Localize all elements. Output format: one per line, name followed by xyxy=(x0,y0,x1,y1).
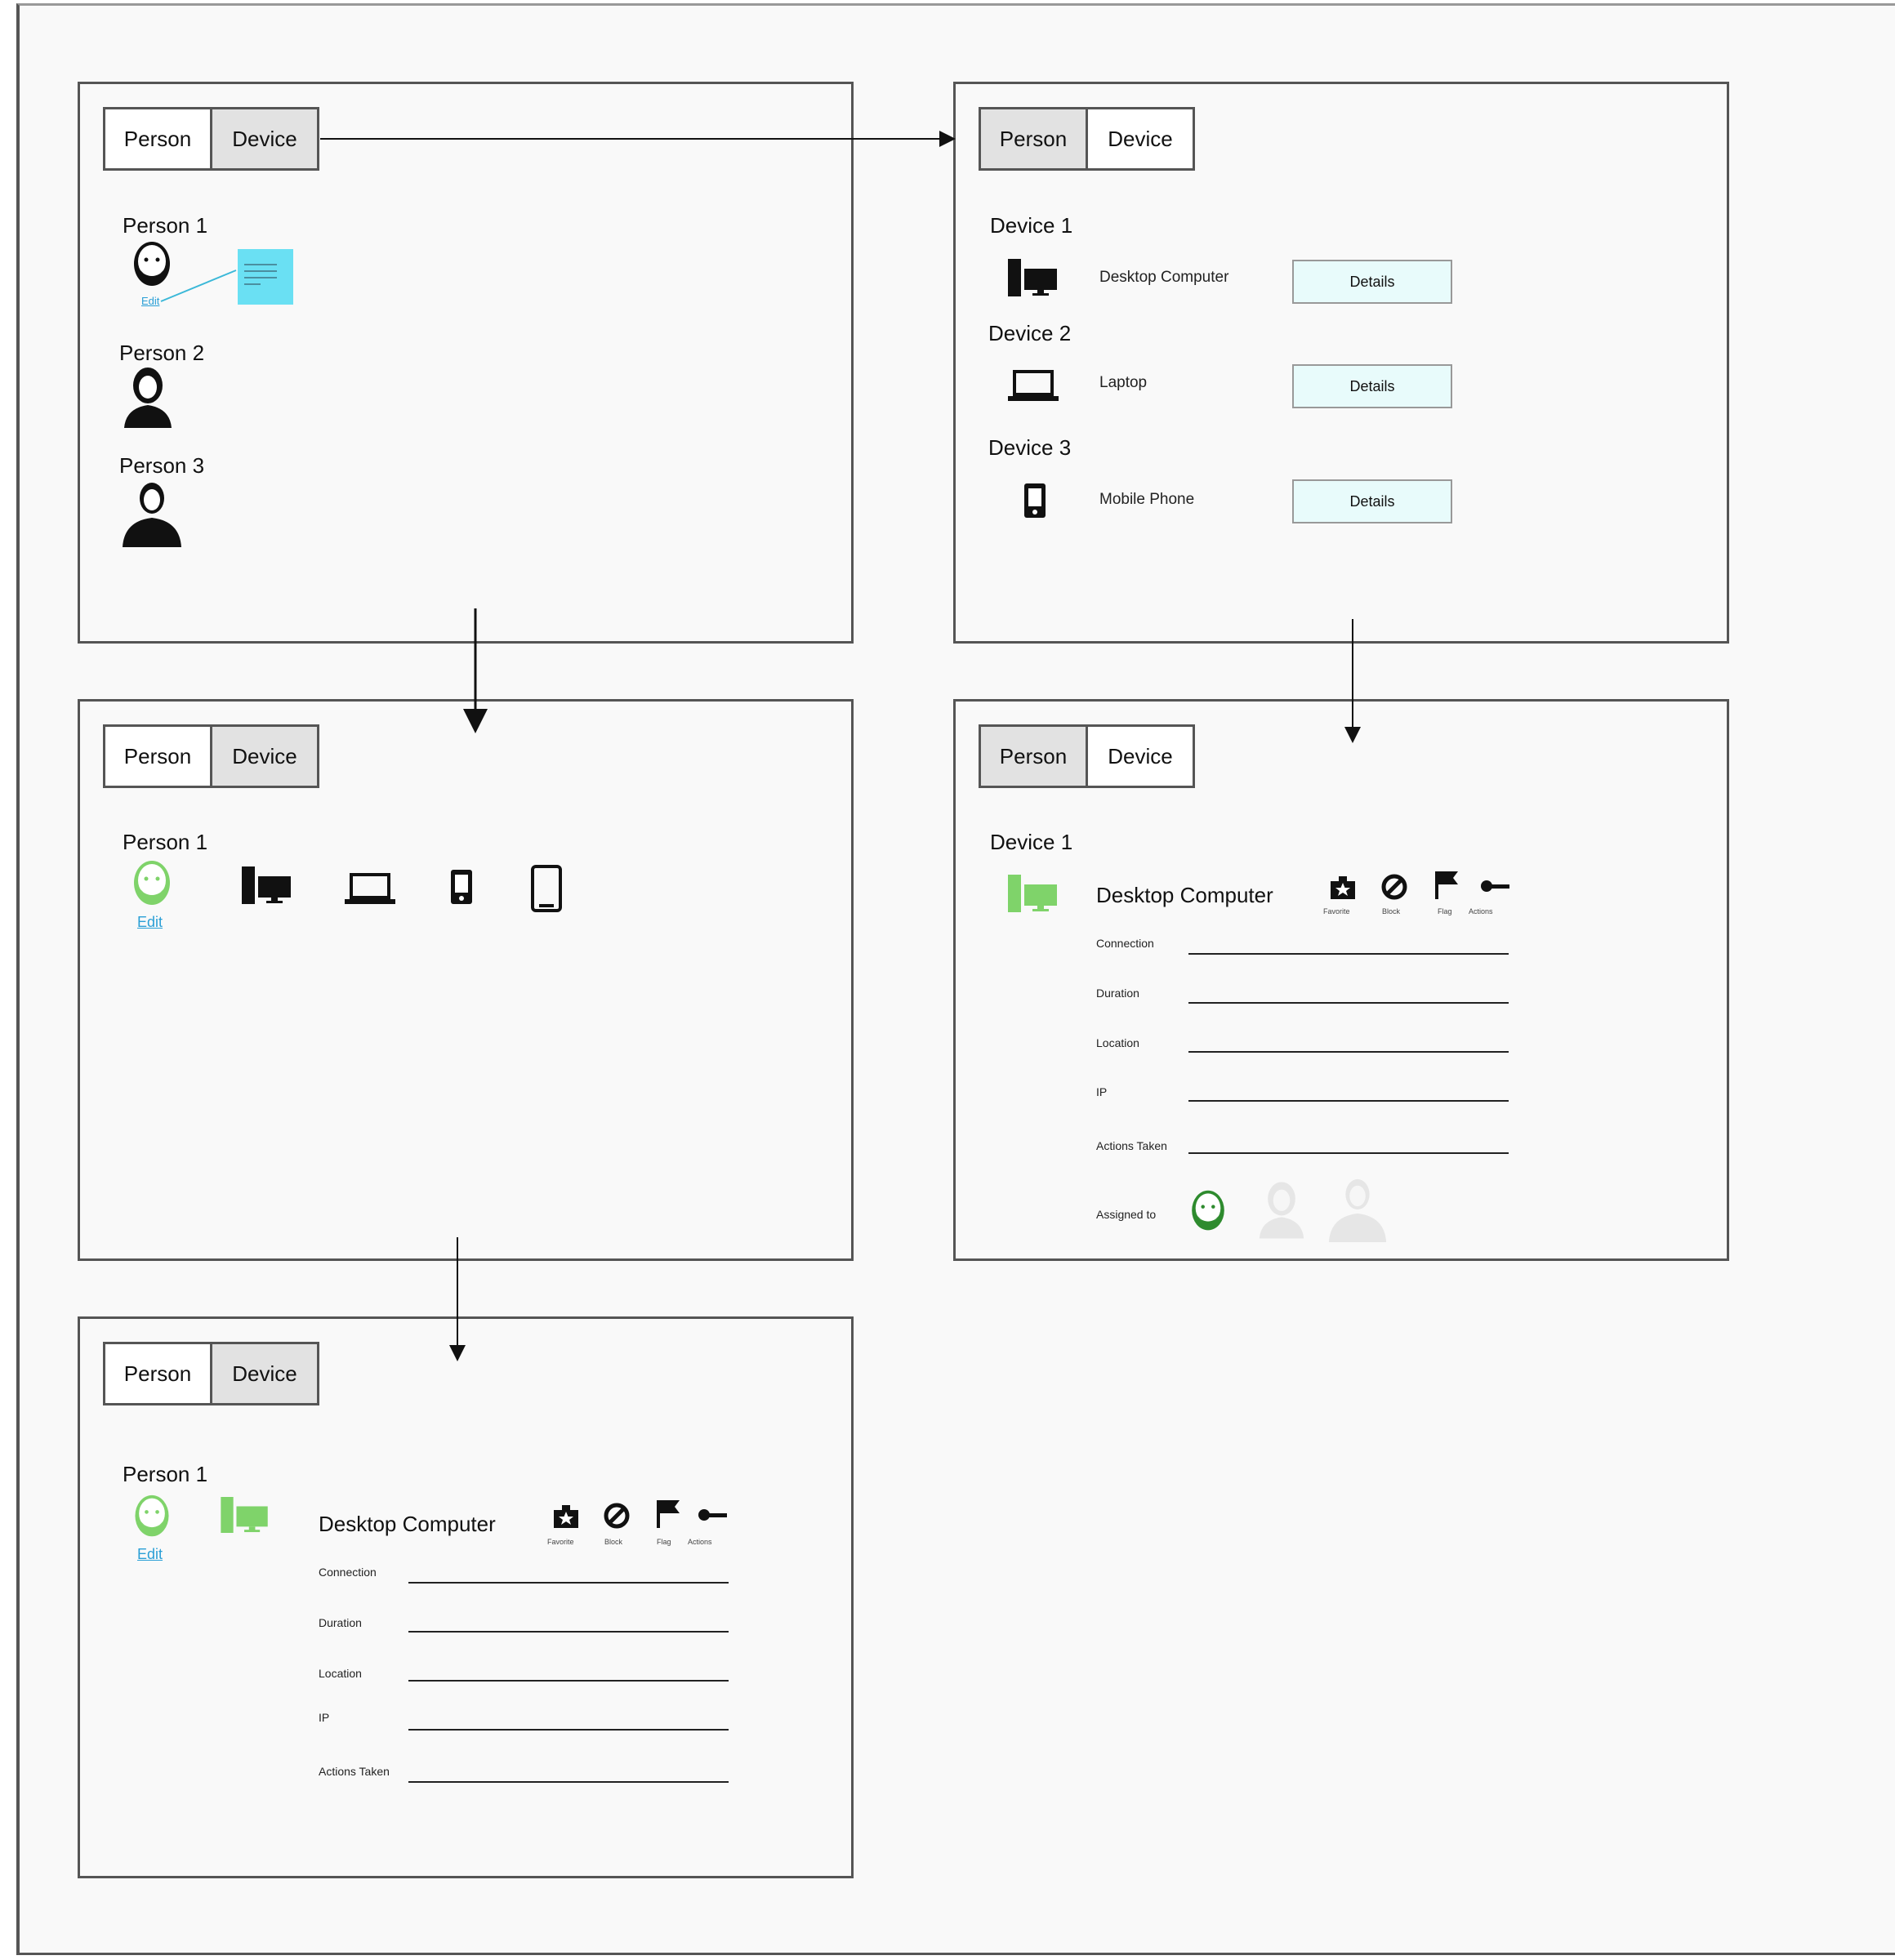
flow-arrows xyxy=(320,131,1361,1361)
